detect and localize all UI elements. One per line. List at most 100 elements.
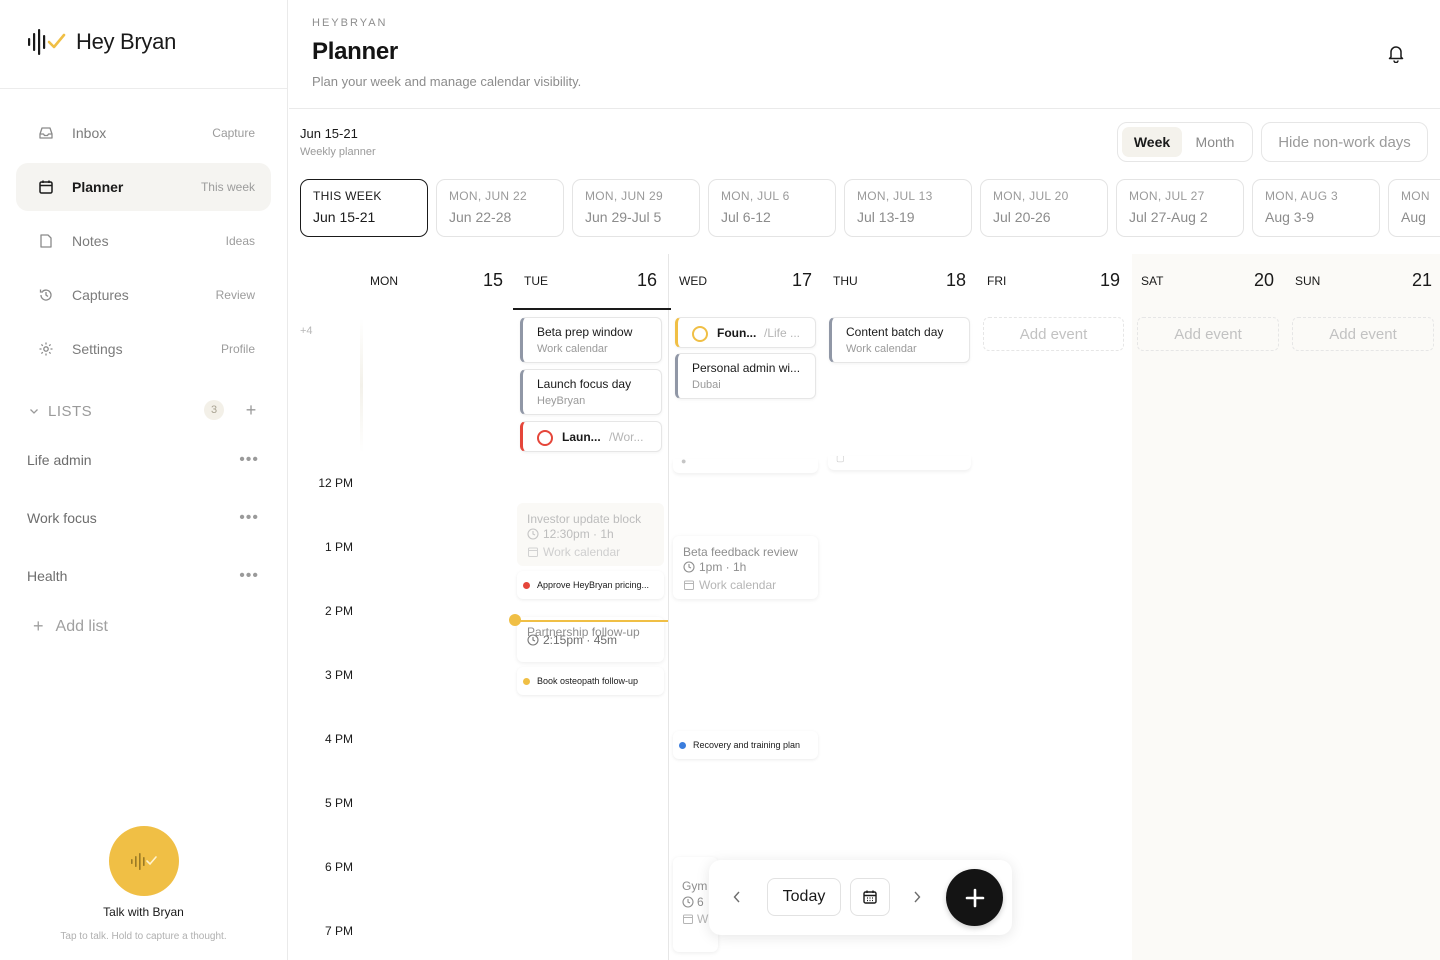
event-time: 6 [682,895,704,909]
timed-event[interactable]: Beta feedback review 1pm · 1h Work calen… [673,536,818,599]
week-chip-range: Jul 27-Aug 2 [1129,209,1208,225]
day-header-fri[interactable]: FRI 19 [987,270,1120,310]
day-number: 17 [791,270,812,290]
sidebar-item-settings[interactable]: Settings Profile [16,325,271,373]
task-text: Book osteopath follow-up [537,676,639,686]
task-list: /Wor... [609,430,644,444]
gear-icon [39,342,53,356]
allday-task[interactable]: Foun... /Life ... [675,317,816,348]
sidebar-item-planner[interactable]: Planner This week [16,163,271,211]
timed-task[interactable]: Approve HeyBryan pricing... [517,571,664,599]
event-title: Content batch day [846,325,944,339]
week-chip[interactable]: MON, JUN 22 Jun 22-28 [436,179,564,237]
week-chip[interactable]: MON, JUL 13 Jul 13-19 [844,179,972,237]
today-button[interactable]: Today [767,878,841,916]
page-eyebrow: HEYBRYAN [312,17,388,29]
week-chip-top: MON [1401,189,1430,203]
more-icon[interactable]: ••• [239,567,259,585]
day-name: THU [833,274,858,288]
event-calendar: Dubai [692,379,721,391]
allday-event[interactable]: Beta prep window Work calendar [520,317,662,363]
hide-non-work-days-button[interactable]: Hide non-work days [1261,122,1428,162]
view-toggle: Week Month [1117,122,1253,162]
week-chip-range: Jun 29-Jul 5 [585,209,662,225]
overflow-count[interactable]: +4 [300,325,313,337]
event-title: Investor update block [527,512,642,526]
task-color-dot [523,581,530,589]
allday-event[interactable]: Content batch day Work calendar [829,317,970,363]
week-chip[interactable]: MON, JUL 20 Jul 20-26 [980,179,1108,237]
list-item-health[interactable]: Health ••• [27,564,259,588]
add-list-plus-button[interactable]: + [242,400,260,420]
calendar-icon [863,890,877,904]
lists-header[interactable]: LISTS 3 + [28,400,258,422]
day-header-wed[interactable]: WED 17 [679,270,812,310]
clock-icon [683,561,695,573]
week-chip-range: Aug [1401,209,1426,225]
timed-event[interactable]: Partnership follow-up 2:15pm · 45m [517,617,664,662]
sidebar-item-captures[interactable]: Captures Review [16,271,271,319]
week-chip[interactable]: THIS WEEK Jun 15-21 [300,179,428,237]
brand[interactable]: Hey Bryan [27,28,176,56]
week-chip[interactable]: MON, JUL 6 Jul 6-12 [708,179,836,237]
today-underline [513,308,671,310]
hidden-event-peek[interactable]: ● [673,459,818,473]
task-text: Recovery and training plan [693,740,801,750]
hour-label: 12 PM [318,476,353,490]
allday-task[interactable]: Laun... /Wor... [520,421,662,452]
day-header-thu[interactable]: THU 18 [833,270,966,310]
allday-event[interactable]: Launch focus day HeyBryan [520,369,662,415]
sidebar-item-inbox[interactable]: Inbox Capture [16,109,271,157]
event-title: Beta feedback review [683,545,798,559]
day-header-tue[interactable]: TUE 16 [513,270,671,310]
task-circle-icon[interactable] [692,326,708,342]
weekend-column [1286,254,1440,960]
task-title: Laun... [562,430,601,444]
list-item-work-focus[interactable]: Work focus ••• [27,506,259,530]
week-chip-range: Jun 15-21 [313,209,376,225]
add-event-button-sun[interactable]: Add event [1292,317,1434,351]
weekend-column [1132,254,1286,960]
month-view-button[interactable]: Month [1182,127,1248,157]
date-picker-button[interactable] [850,878,890,916]
week-chip[interactable]: MON, AUG 3 Aug 3-9 [1252,179,1380,237]
sidebar: Hey Bryan Inbox Capture Planner This wee… [0,0,288,960]
hour-label: 3 PM [324,668,353,682]
event-calendar: Work calendar [537,343,608,355]
event-time-text: 6 [697,895,704,909]
more-icon[interactable]: ••• [239,451,259,469]
sidebar-item-hint: Review [215,288,255,302]
hidden-event-peek[interactable]: ▢ [828,456,971,470]
talk-subtitle: Tap to talk. Hold to capture a thought. [60,931,227,942]
plus-icon: + [33,616,44,636]
day-header-mon[interactable]: MON 15 [370,270,503,310]
week-chip-top: MON, JUN 22 [449,189,527,203]
week-chip[interactable]: MON Aug [1388,179,1440,237]
allday-event[interactable]: Personal admin wi... Dubai [675,353,816,399]
add-event-fab[interactable] [946,869,1003,926]
prev-week-button[interactable] [727,887,747,907]
voice-icon [131,853,157,870]
week-view-button[interactable]: Week [1122,127,1182,157]
task-color-dot [679,741,686,749]
timed-task[interactable]: Recovery and training plan [673,731,818,759]
timed-task[interactable]: Book osteopath follow-up [517,667,664,695]
week-chip[interactable]: MON, JUL 27 Jul 27-Aug 2 [1116,179,1244,237]
sidebar-item-notes[interactable]: Notes Ideas [16,217,271,265]
sidebar-item-label: Notes [72,233,109,249]
add-event-button-sat[interactable]: Add event [1137,317,1279,351]
add-event-button-fri[interactable]: Add event [983,317,1124,351]
week-chip[interactable]: MON, JUN 29 Jun 29-Jul 5 [572,179,700,237]
day-header-sun[interactable]: SUN 21 [1295,270,1432,310]
more-icon[interactable]: ••• [239,509,259,527]
task-text: Approve HeyBryan pricing... [537,580,650,590]
notifications-button[interactable] [1386,43,1406,68]
talk-button[interactable] [109,826,179,896]
timed-event[interactable]: Investor update block 12:30pm · 1h Work … [517,503,664,566]
next-week-button[interactable] [907,887,927,907]
hour-label: 6 PM [324,860,353,874]
task-circle-icon[interactable] [537,430,553,446]
day-header-sat[interactable]: SAT 20 [1141,270,1274,310]
list-item-life-admin[interactable]: Life admin ••• [27,448,259,472]
add-list-button[interactable]: + Add list [33,616,108,637]
